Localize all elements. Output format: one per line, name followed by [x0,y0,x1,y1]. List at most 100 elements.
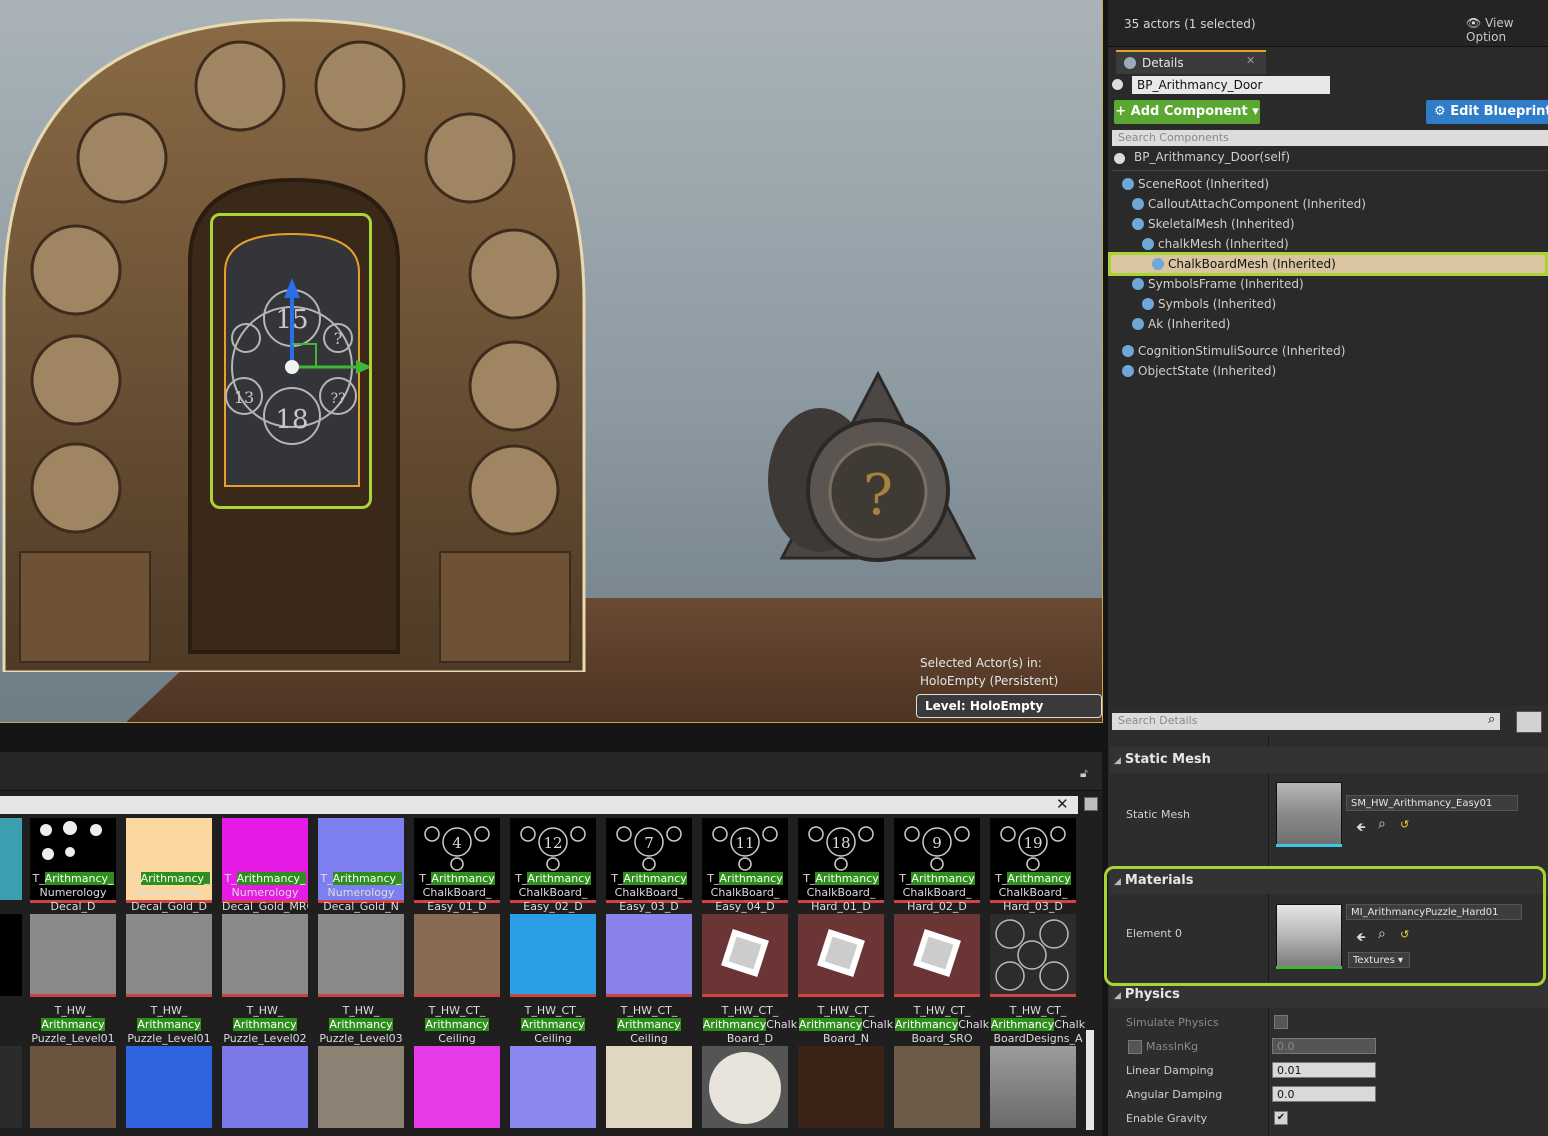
asset-filter-input[interactable] [0,796,1078,814]
angular-damping-input[interactable]: 0.0 [1272,1086,1376,1102]
component-icon [1132,278,1144,290]
tree-item[interactable]: ChalkBoardMesh (Inherited) [1108,254,1548,274]
asset-thumb-ceiling-mro[interactable] [606,914,692,996]
asset-label: T_HW_ Arithmancy Puzzle_Level01 [31,1004,115,1045]
actor-name-field[interactable]: BP_Arithmancy_Door [1132,76,1330,94]
clear-filter-icon[interactable]: ✕ [1056,795,1069,813]
simulate-physics-checkbox[interactable] [1274,1015,1288,1029]
tree-item[interactable]: Symbols (Inherited) [1108,294,1548,314]
asset-type-bar [702,994,788,997]
close-tab-icon[interactable]: ✕ [1246,54,1255,67]
tree-item[interactable]: CalloutAttachComponent (Inherited) [1108,194,1548,214]
asset-type-bar [414,994,500,997]
asset-label: T_HW_CT_ ArithmancyChalk Board_SRO [894,1004,990,1045]
asset-thumb-door-n[interactable] [126,1046,212,1128]
self-row[interactable]: BP_Arithmancy_Door(self) [1134,147,1290,167]
linear-damping-input[interactable]: 0.01 [1272,1062,1376,1078]
asset-thumb-book[interactable] [894,1046,980,1128]
asset-thumb-chalkboard-d[interactable] [702,914,788,996]
chalkboard-number: 11 [735,834,754,852]
component-icon [1132,218,1144,230]
collapse-icon: ◢ [1114,756,1121,766]
component-icon [1132,318,1144,330]
tree-item[interactable]: SceneRoot (Inherited) [1108,174,1548,194]
mass-in-kg-input[interactable]: 0.0 [1272,1038,1376,1054]
tree-item-label: SceneRoot (Inherited) [1138,177,1270,191]
materials-highlight-outline [1104,866,1546,986]
tree-item[interactable]: Ak (Inherited) [1108,314,1548,334]
static-mesh-type-bar [1276,844,1342,847]
mass-override-checkbox[interactable] [1128,1040,1142,1054]
asset-thumb-door-normal[interactable] [222,1046,308,1128]
view-options-icon[interactable] [1516,711,1542,733]
tree-item[interactable]: SymbolsFrame (Inherited) [1108,274,1548,294]
view-options-button[interactable]: 👁︎ View Option [1466,16,1548,44]
lock-icon[interactable]: 🔓︎ [1080,766,1092,780]
component-icon [1122,178,1134,190]
asset-thumb-boarddesigns[interactable] [990,914,1076,996]
asset-label: T_Arithmancy ChalkBoard_ Hard_03_D [995,872,1071,913]
collapse-icon: ◢ [1114,991,1121,1001]
level-viewport[interactable]: 15 ? 13 18 ?? ? Selected Actor(s) in: Ho… [0,0,1103,723]
totem-question-mark: ? [863,463,893,528]
reset-icon[interactable]: ↺ [1400,818,1409,831]
tree-item[interactable]: SkeletalMesh (Inherited) [1108,214,1548,234]
asset-type-bar [606,994,692,997]
chalkboard-number: 18 [831,834,850,852]
asset-label: T_HW_CT_ ArithmancyChalk BoardDesigns_A [990,1004,1086,1045]
asset-thumb-static-mesh[interactable] [990,1046,1076,1128]
asset-thumb-partial[interactable] [0,818,22,900]
tree-item[interactable]: ObjectState (Inherited) [1108,361,1548,381]
tree-item[interactable]: CognitionStimuliSource (Inherited) [1108,341,1548,361]
asset-thumb-puzzle-level03[interactable] [318,914,404,996]
actors-count: 35 actors (1 selected) [1124,17,1256,31]
search-details-input[interactable]: Search Details [1112,713,1500,730]
static-mesh-thumb[interactable] [1276,782,1342,846]
asset-thumb-sphere-material[interactable] [702,1046,788,1128]
chalkboard-number: 4 [452,834,462,852]
asset-thumb-partial-2[interactable] [0,914,22,996]
save-search-icon[interactable] [1084,797,1098,811]
search-components-input[interactable]: Search Components [1112,130,1548,146]
search-icon: ⌕ [1488,712,1496,727]
asset-label: T_Arithmancy_ Numerology Decal_D [32,872,114,913]
arithmancy-totem[interactable]: ? [760,370,976,582]
asset-thumb-puzzle-level01-b[interactable] [126,914,212,996]
add-component-button[interactable]: + Add Component ▾ [1114,100,1260,124]
asset-thumb-frame-d[interactable] [318,1046,404,1128]
asset-thumb-ceiling-d[interactable] [414,914,500,996]
asset-thumb-puzzle-level01-a[interactable] [30,914,116,996]
asset-label: T_HW_CT_ ArithmancyChalk Board_D [702,1004,798,1045]
tree-item-label: SymbolsFrame (Inherited) [1148,277,1304,291]
linear-damping-label: Linear Damping [1126,1064,1214,1077]
tree-item[interactable]: chalkMesh (Inherited) [1108,234,1548,254]
category-static-mesh[interactable]: ◢ Static Mesh [1110,747,1548,773]
tree-item-label: Ak (Inherited) [1148,317,1231,331]
asset-label: T_Arithmancy ChalkBoard_ Easy_01_D [419,872,495,913]
asset-label: T_HW_CT_ Arithmancy Ceiling [617,1004,681,1045]
asset-scrollbar[interactable] [1086,1030,1094,1130]
use-selected-icon[interactable]: 🡸 [1356,818,1366,839]
asset-thumb-puzzle-level02[interactable] [222,914,308,996]
current-level-badge[interactable]: Level: HoloEmpty (Persistent) [916,694,1102,722]
browse-icon[interactable]: ⌕ [1378,816,1386,832]
asset-thumb-scene-preview[interactable] [798,1046,884,1128]
asset-type-bar [30,994,116,997]
edit-blueprint-button[interactable]: ⚙ Edit Blueprint [1426,100,1548,124]
tree-item-label: chalkMesh (Inherited) [1158,237,1289,251]
asset-label: T_Arithmancy_ Numerology Decal_Gold_N [320,872,402,913]
asset-type-bar [510,994,596,997]
asset-thumb-symbols-d[interactable] [606,1046,692,1128]
asset-thumb-door-d[interactable] [30,1046,116,1128]
tab-details[interactable]: Details [1116,50,1266,74]
asset-thumb-partial-3[interactable] [0,1046,22,1128]
asset-thumb-chalkboard-sro[interactable] [894,914,980,996]
static-mesh-combo[interactable]: SM_HW_Arithmancy_Easy01 [1346,795,1518,811]
info-icon [1124,57,1136,69]
enable-gravity-checkbox[interactable]: ✔ [1274,1111,1288,1125]
asset-thumb-chalkboard-n[interactable] [798,914,884,996]
asset-thumb-ceiling-n[interactable] [510,914,596,996]
asset-thumb-frame-n[interactable] [510,1046,596,1128]
asset-thumb-frame-mro[interactable] [414,1046,500,1128]
asset-type-bar [894,994,980,997]
